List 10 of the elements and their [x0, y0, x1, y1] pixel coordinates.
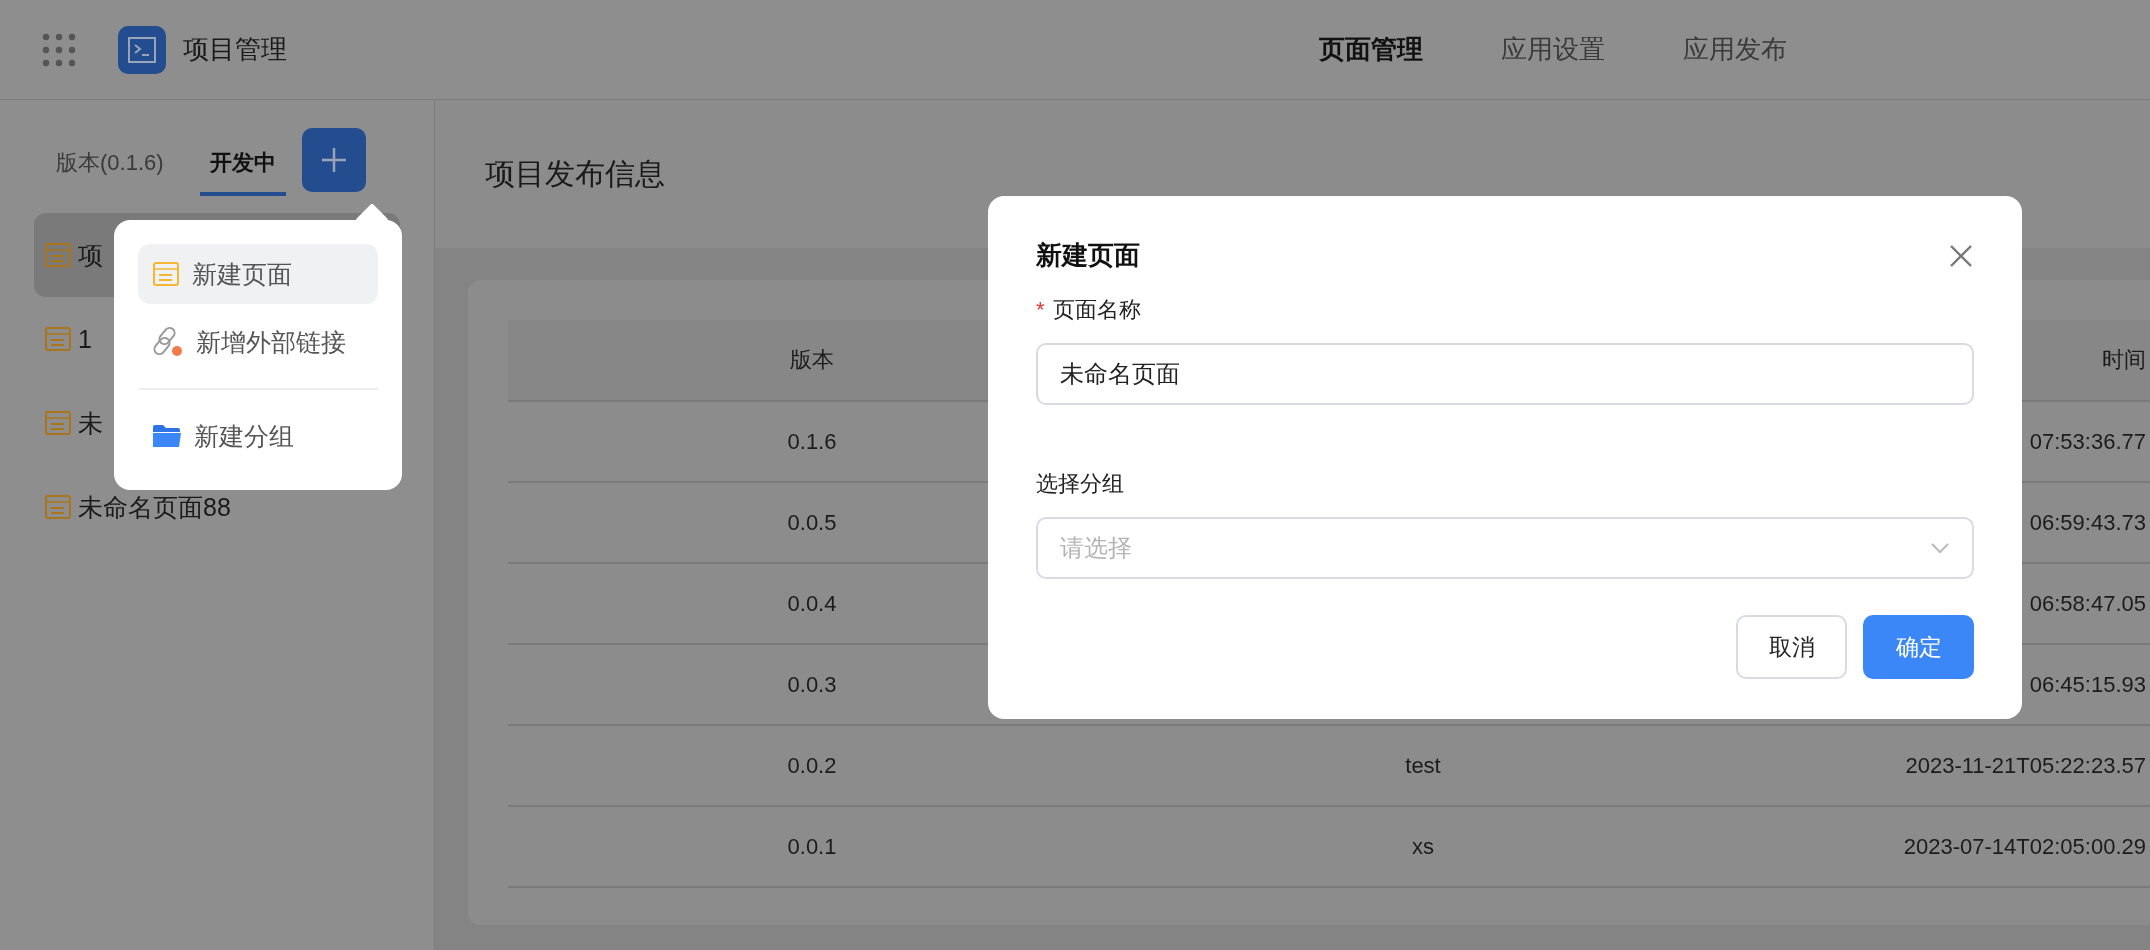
table-cell: 0.0.2	[508, 726, 1116, 807]
table-cell: xs	[1116, 807, 1730, 888]
section-title: 项目发布信息	[485, 155, 665, 192]
table-cell: 0.0.1	[508, 807, 1116, 888]
required-mark: *	[1036, 297, 1045, 323]
table-cell: test	[1116, 726, 1730, 807]
table-cell: 2023-07-14T02:05:00.29	[1730, 807, 2150, 888]
table-cell: 2023-11-21T05:22:23.57	[1730, 726, 2150, 807]
dialog-title: 新建页面	[1036, 239, 1140, 272]
app-title: 项目管理	[183, 33, 287, 66]
